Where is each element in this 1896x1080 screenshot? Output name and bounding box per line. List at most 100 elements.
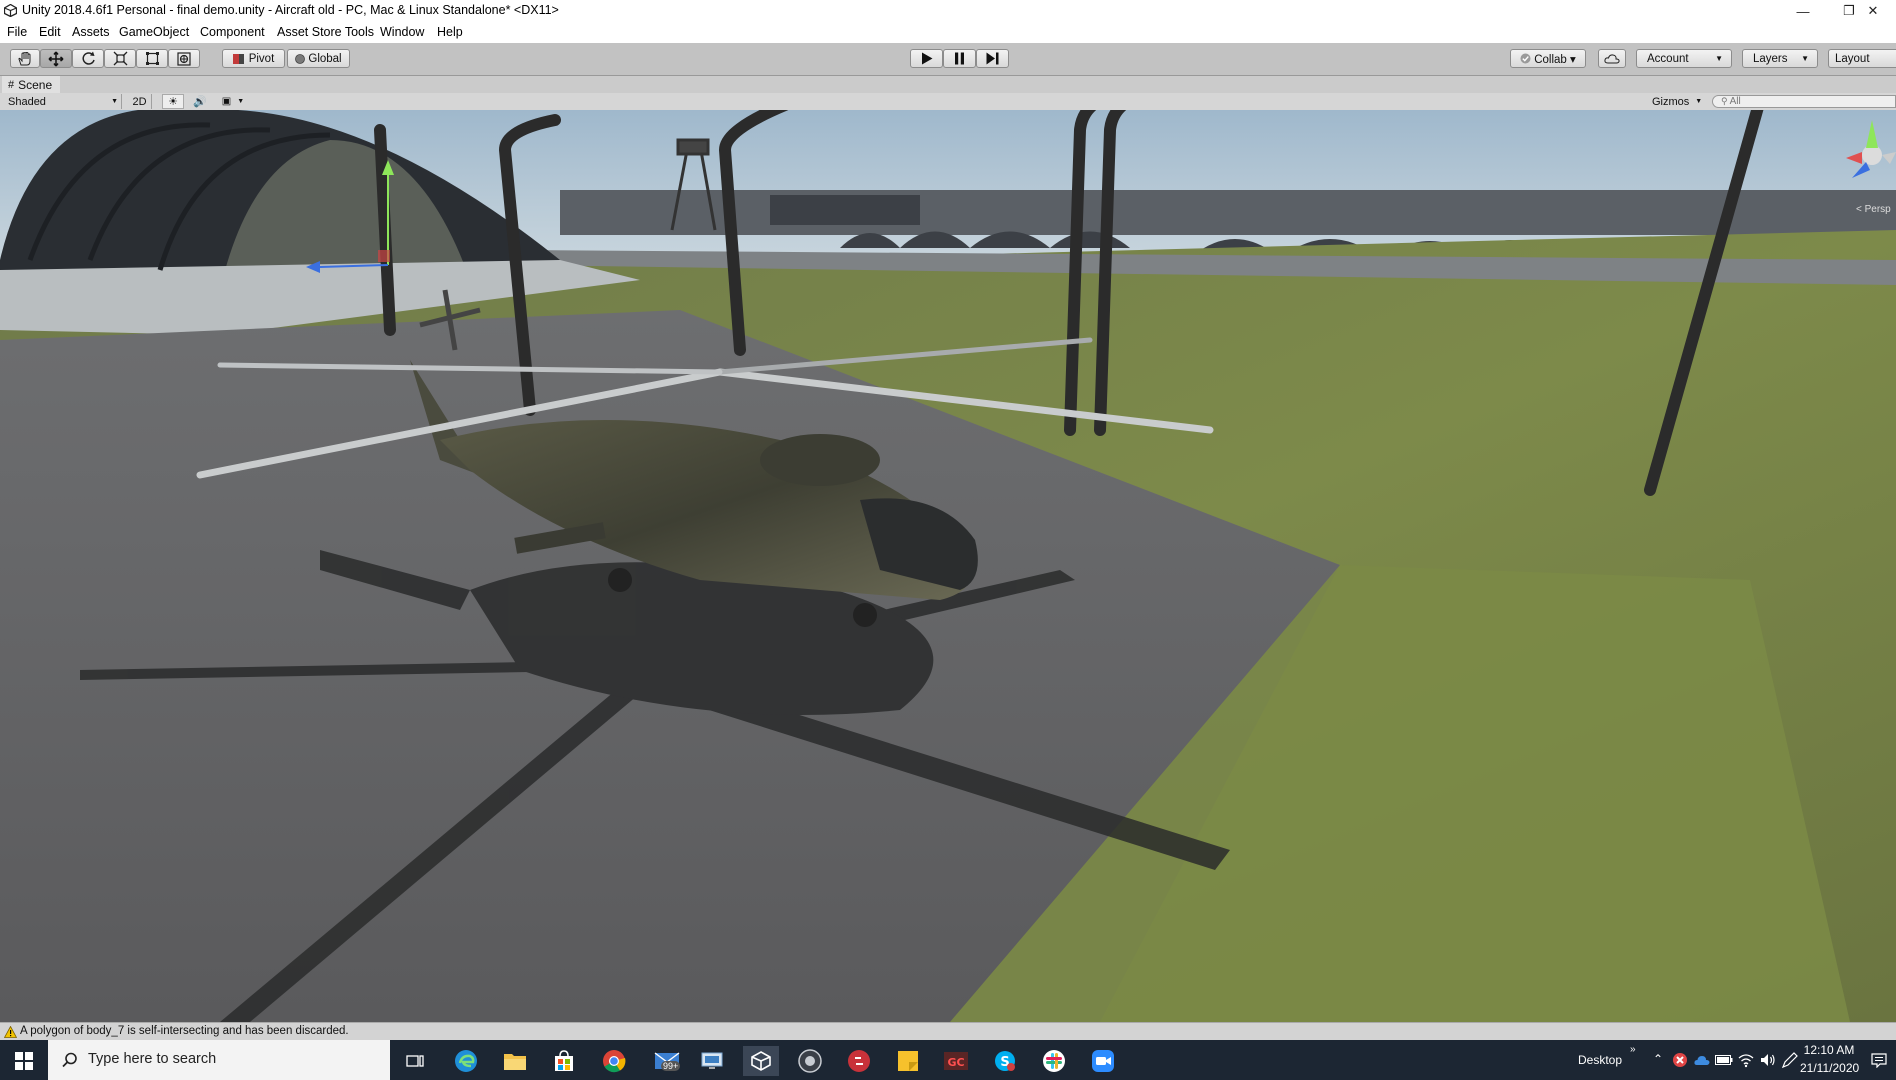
- collab-dropdown[interactable]: Collab ▾: [1510, 49, 1586, 68]
- menu-file[interactable]: File: [7, 25, 27, 39]
- obs-icon[interactable]: [792, 1046, 828, 1076]
- svg-text:GC: GC: [947, 1056, 964, 1069]
- scene-search-input[interactable]: ⚲ All: [1712, 95, 1896, 108]
- cloud-button[interactable]: [1598, 49, 1626, 68]
- scene-tab-bar: # Scene: [0, 76, 1896, 93]
- global-label: Global: [308, 52, 342, 65]
- tray-app-icon[interactable]: [1672, 1052, 1688, 1068]
- scene-toolbar: Shaded ▼ 2D ☀ 🔊 ▣ ▼ Gizmos ▼ ⚲ All: [0, 93, 1896, 111]
- gizmos-dropdown[interactable]: Gizmos ▼: [1648, 94, 1704, 109]
- wifi-icon[interactable]: [1738, 1052, 1754, 1068]
- menu-window[interactable]: Window: [380, 25, 424, 39]
- step-icon: [986, 52, 999, 65]
- move-tool-button[interactable]: [40, 49, 72, 68]
- sticky-notes-icon[interactable]: [890, 1046, 926, 1076]
- menu-asset-store-tools[interactable]: Asset Store Tools: [277, 25, 374, 39]
- remote-desktop-icon[interactable]: [694, 1046, 730, 1076]
- mail-app-icon[interactable]: 99+: [646, 1046, 688, 1076]
- status-bar[interactable]: A polygon of body_7 is self-intersecting…: [0, 1022, 1896, 1041]
- scale-icon: [113, 51, 127, 66]
- transform-icon: [177, 51, 191, 66]
- image-icon: ▣: [221, 96, 232, 107]
- slack-icon[interactable]: [1036, 1046, 1072, 1076]
- zoom-icon[interactable]: [1085, 1046, 1121, 1076]
- skype-icon[interactable]: S: [987, 1046, 1023, 1076]
- search-icon: ⚲: [1721, 96, 1728, 106]
- pen-icon[interactable]: [1781, 1051, 1799, 1069]
- scale-tool-button[interactable]: [104, 49, 136, 68]
- layers-dropdown[interactable]: Layers ▼: [1742, 49, 1818, 68]
- toolbar-chevron-icon[interactable]: »: [1630, 1044, 1636, 1055]
- edge-icon[interactable]: [448, 1046, 484, 1076]
- minimize-button[interactable]: —: [1780, 0, 1826, 22]
- menu-edit[interactable]: Edit: [39, 25, 61, 39]
- taskbar-search-box[interactable]: Type here to search: [48, 1040, 390, 1080]
- layout-dropdown[interactable]: Layout: [1828, 49, 1896, 68]
- dropdown-arrow-icon: ▼: [1801, 54, 1809, 63]
- lighting-toggle[interactable]: ☀: [162, 94, 184, 109]
- draw-mode-dropdown[interactable]: Shaded ▼: [0, 94, 122, 109]
- cloud-icon: [1604, 53, 1620, 63]
- dropdown-arrow-icon: ▼: [111, 98, 118, 105]
- battery-icon[interactable]: [1715, 1054, 1733, 1066]
- rotate-icon: [81, 51, 95, 65]
- clock-time[interactable]: 12:10 AM: [1803, 1043, 1855, 1057]
- menu-assets[interactable]: Assets: [72, 25, 110, 39]
- clock-date[interactable]: 21/11/2020: [1800, 1061, 1859, 1075]
- pivot-icon: [232, 53, 244, 64]
- play-icon: [921, 52, 932, 65]
- 2d-label: 2D: [132, 95, 147, 108]
- hand-icon: [18, 51, 31, 65]
- pivot-toggle[interactable]: Pivot: [222, 49, 285, 68]
- status-message: A polygon of body_7 is self-intersecting…: [20, 1025, 349, 1037]
- cloud-sync-icon[interactable]: [1694, 1052, 1710, 1068]
- menu-component[interactable]: Component: [200, 25, 265, 39]
- main-toolbar: Pivot Global Collab ▾ Account ▼ Layers ▼…: [0, 43, 1896, 76]
- search-icon: [62, 1052, 77, 1068]
- window-title: Unity 2018.4.6f1 Personal - final demo.u…: [22, 3, 559, 17]
- rect-transform-icon: [145, 52, 159, 65]
- volume-icon[interactable]: [1760, 1052, 1776, 1068]
- show-hidden-icons-chevron-icon[interactable]: ⌃: [1653, 1052, 1663, 1066]
- layout-label: Layout: [1835, 52, 1870, 65]
- chrome-icon[interactable]: [596, 1046, 632, 1076]
- 2d-toggle[interactable]: 2D: [128, 94, 152, 109]
- rect-tool-button[interactable]: [136, 49, 168, 68]
- global-toggle[interactable]: Global: [287, 49, 350, 68]
- file-explorer-icon[interactable]: [497, 1046, 533, 1076]
- pause-icon: [955, 52, 964, 65]
- desktop-toolbar-label[interactable]: Desktop: [1578, 1053, 1622, 1067]
- task-view-icon[interactable]: [397, 1046, 433, 1076]
- game-app-icon[interactable]: GC: [938, 1046, 974, 1076]
- menu-help[interactable]: Help: [437, 25, 463, 39]
- effects-dropdown[interactable]: ▣ ▼: [216, 94, 250, 109]
- windows-logo-icon: [15, 1052, 33, 1070]
- persp-label[interactable]: < Persp: [1856, 204, 1891, 215]
- sun-icon: ☀: [168, 96, 178, 108]
- security-app-icon[interactable]: [841, 1046, 877, 1076]
- rotate-tool-button[interactable]: [72, 49, 104, 68]
- transform-tool-button[interactable]: [168, 49, 200, 68]
- start-button[interactable]: [6, 1046, 42, 1076]
- notification-center-icon[interactable]: [1871, 1052, 1887, 1068]
- account-dropdown[interactable]: Account ▼: [1636, 49, 1732, 68]
- tab-scene[interactable]: # Scene: [2, 76, 61, 93]
- pause-button[interactable]: [943, 49, 976, 68]
- scene-viewport[interactable]: < Persp: [0, 110, 1896, 1022]
- audio-toggle[interactable]: 🔊: [188, 94, 212, 109]
- menu-bar: File Edit Assets GameObject Component As…: [0, 22, 1896, 43]
- pivot-label: Pivot: [248, 52, 275, 65]
- check-circle-icon: [1520, 53, 1531, 64]
- step-button[interactable]: [976, 49, 1009, 68]
- hand-tool-button[interactable]: [10, 49, 40, 68]
- close-button[interactable]: ✕: [1850, 0, 1896, 22]
- scene-render[interactable]: [0, 110, 1896, 1022]
- scene-search-placeholder: All: [1729, 96, 1741, 107]
- notification-badge: 99+: [661, 1061, 681, 1071]
- scene-grid-icon: #: [8, 78, 15, 91]
- menu-gameobject[interactable]: GameObject: [119, 25, 189, 39]
- store-icon[interactable]: [546, 1046, 582, 1076]
- account-label: Account: [1647, 52, 1689, 65]
- unity-taskbar-icon[interactable]: [743, 1046, 779, 1076]
- play-button[interactable]: [910, 49, 943, 68]
